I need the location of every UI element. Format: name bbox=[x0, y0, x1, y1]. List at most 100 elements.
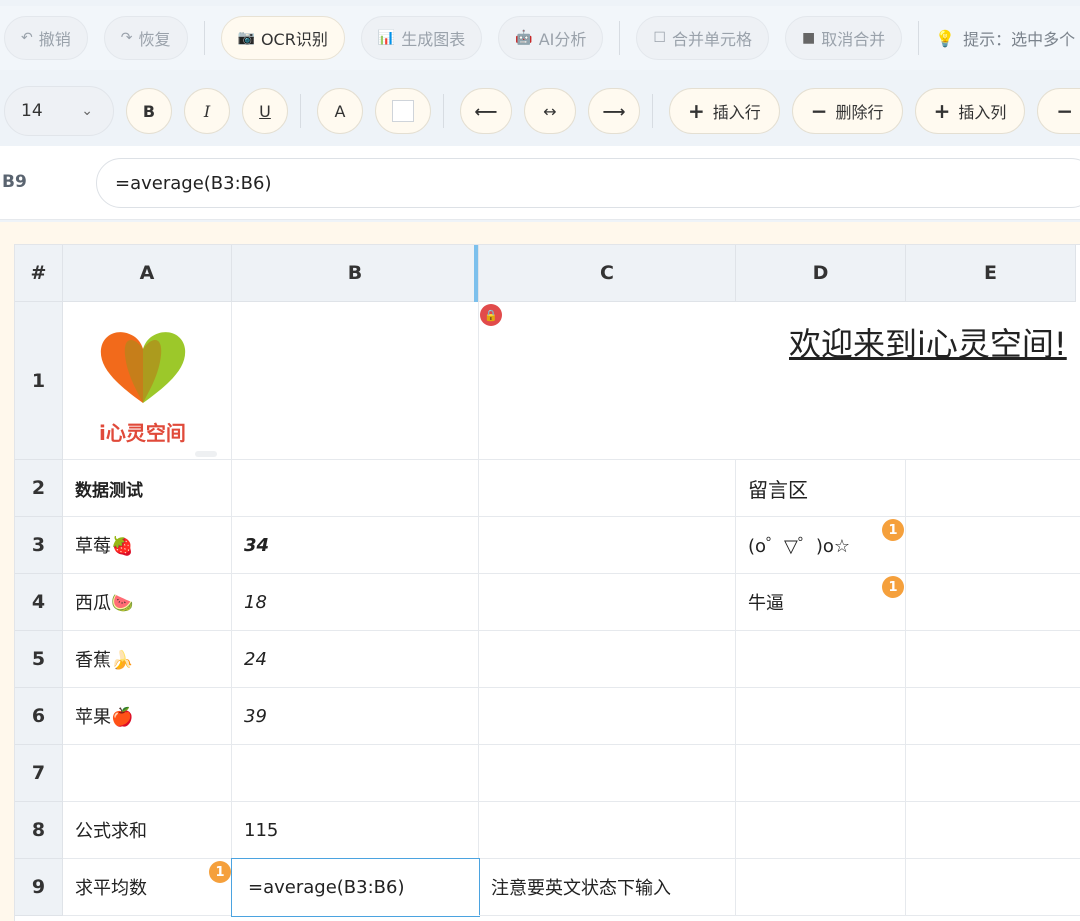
toolbar-format: 14⌄ B I U A ⟵ ↔ ⟶ +插入行 −删除行 +插入列 −删 bbox=[0, 76, 1080, 146]
cell-b8[interactable]: 115 bbox=[232, 802, 479, 859]
cell-b5[interactable]: 24 bbox=[232, 631, 479, 688]
fill-color-button[interactable] bbox=[375, 88, 431, 134]
comment-badge-d4[interactable]: 1 bbox=[882, 576, 904, 598]
column-resize-handle[interactable] bbox=[474, 245, 478, 302]
heart-logo-icon bbox=[100, 332, 186, 403]
ai-analysis-button[interactable]: 🤖 AI分析 bbox=[498, 16, 604, 60]
redo-icon: ↷ bbox=[120, 30, 133, 46]
cell-resize-grip[interactable] bbox=[195, 451, 217, 457]
cell-c8[interactable] bbox=[479, 802, 736, 859]
redo-button[interactable]: ↷ 恢复 bbox=[103, 16, 188, 60]
cell-c5[interactable] bbox=[479, 631, 736, 688]
column-header-c[interactable]: C bbox=[479, 245, 736, 302]
column-header-a[interactable]: A bbox=[63, 245, 232, 302]
cell-b4[interactable]: 18 bbox=[232, 574, 479, 631]
cell-d4[interactable]: 牛逼 bbox=[736, 574, 906, 631]
cell-b6[interactable]: 39 bbox=[232, 688, 479, 745]
cell-c4[interactable] bbox=[479, 574, 736, 631]
lightbulb-icon: 💡 bbox=[935, 28, 956, 48]
cell-b9-selected[interactable]: =average(B3:B6) bbox=[231, 858, 480, 917]
insert-col-button[interactable]: + 插入列 bbox=[914, 88, 1026, 134]
row-header-5[interactable]: 5 bbox=[15, 631, 63, 688]
undo-button[interactable]: ↶ 撤销 bbox=[4, 16, 88, 60]
unmerge-cells-button[interactable]: ■ 取消合并 bbox=[784, 16, 903, 60]
row-header-3[interactable]: 3 bbox=[15, 517, 63, 574]
cell-c9[interactable]: 注意要英文状态下输入 bbox=[479, 859, 736, 916]
cell-e3[interactable] bbox=[906, 517, 1080, 574]
font-color-button[interactable]: A bbox=[317, 88, 363, 134]
minus-icon: − bbox=[810, 99, 828, 123]
font-size-select[interactable]: 14 ⌄ bbox=[4, 86, 114, 136]
merge-cells-button[interactable]: ☐ 合并单元格 bbox=[636, 16, 769, 60]
formula-input[interactable]: =average(B3:B6) bbox=[96, 158, 1080, 208]
cell-e4[interactable] bbox=[906, 574, 1080, 631]
cell-d7[interactable] bbox=[736, 745, 906, 802]
cell-e9[interactable] bbox=[906, 859, 1080, 916]
camera-icon: 📷 bbox=[237, 30, 255, 46]
welcome-text: 欢迎来到i心灵空间! bbox=[789, 325, 1067, 363]
cell-a2[interactable]: 数据测试 bbox=[63, 460, 232, 517]
comment-badge-a9[interactable]: 1 bbox=[209, 861, 231, 883]
align-center-button[interactable]: ↔ bbox=[524, 88, 576, 134]
underline-button[interactable]: U bbox=[242, 88, 288, 134]
cell-a6[interactable]: 苹果🍎 bbox=[63, 688, 232, 745]
fill-color-swatch bbox=[392, 100, 414, 122]
cell-d2[interactable]: 留言区 bbox=[736, 460, 906, 517]
cell-reference: B9 bbox=[2, 172, 27, 192]
align-left-button[interactable]: ⟵ bbox=[460, 88, 512, 134]
checkbox-icon: ☐ bbox=[653, 30, 666, 46]
cell-d9[interactable] bbox=[736, 859, 906, 916]
column-header-b[interactable]: B bbox=[232, 245, 479, 302]
italic-button[interactable]: I bbox=[184, 88, 230, 134]
cell-d5[interactable] bbox=[736, 631, 906, 688]
minus-icon: − bbox=[1056, 99, 1074, 123]
cell-a8[interactable]: 公式求和 bbox=[63, 802, 232, 859]
row-header-4[interactable]: 4 bbox=[15, 574, 63, 631]
row-header-8[interactable]: 8 bbox=[15, 802, 63, 859]
corner-header: # bbox=[15, 245, 63, 302]
cell-a5[interactable]: 香蕉🍌 bbox=[63, 631, 232, 688]
delete-col-button[interactable]: −删 bbox=[1037, 88, 1080, 134]
insert-row-button[interactable]: + 插入行 bbox=[669, 88, 780, 134]
bold-button[interactable]: B bbox=[126, 88, 172, 134]
comment-badge-d3[interactable]: 1 bbox=[882, 519, 904, 541]
cell-b3[interactable]: 34 bbox=[232, 517, 479, 574]
cell-a3[interactable]: 草莓🍓 bbox=[63, 517, 232, 574]
cell-c7[interactable] bbox=[479, 745, 736, 802]
row-header-7[interactable]: 7 bbox=[15, 745, 63, 802]
row-header-6[interactable]: 6 bbox=[15, 688, 63, 745]
align-right-icon: ⟶ bbox=[602, 101, 626, 121]
row-header-2[interactable]: 2 bbox=[15, 460, 63, 517]
cell-d3[interactable]: (o゜▽゜)o☆ bbox=[736, 517, 906, 574]
cell-e7[interactable] bbox=[906, 745, 1080, 802]
hint-text: 💡 提示：选中多个 bbox=[935, 28, 1076, 50]
cell-e5[interactable] bbox=[906, 631, 1080, 688]
delete-row-button[interactable]: − 删除行 bbox=[791, 88, 903, 134]
lock-icon[interactable]: 🔒 bbox=[480, 304, 502, 326]
cell-b7[interactable] bbox=[232, 745, 479, 802]
cell-a7[interactable] bbox=[63, 745, 232, 802]
chevron-down-icon: ⌄ bbox=[81, 103, 93, 119]
cell-b2[interactable] bbox=[232, 460, 479, 517]
cell-d6[interactable] bbox=[736, 688, 906, 745]
align-right-button[interactable]: ⟶ bbox=[588, 88, 640, 134]
row-header-1[interactable]: 1 bbox=[15, 302, 63, 460]
generate-chart-button[interactable]: 📊 生成图表 bbox=[360, 16, 483, 60]
sheet-area: # A B C D E 1 2 3 4 5 6 7 8 9 数据测试 留言区 草… bbox=[0, 222, 1080, 921]
cell-a9[interactable]: 求平均数 bbox=[63, 859, 232, 916]
toolbar-primary: ↶ 撤销 ↷ 恢复 📷 OCR识别 📊 生成图表 🤖 AI分析 ☐ 合并单元格 ■ 取消合并 … bbox=[0, 6, 1080, 70]
cell-a4[interactable]: 西瓜🍉 bbox=[63, 574, 232, 631]
cell-d8[interactable] bbox=[736, 802, 906, 859]
cell-c2[interactable] bbox=[479, 460, 736, 517]
cell-c3[interactable] bbox=[479, 517, 736, 574]
cell-b1[interactable] bbox=[232, 302, 479, 460]
cell-e2[interactable] bbox=[906, 460, 1080, 517]
ocr-button[interactable]: 📷 OCR识别 bbox=[220, 16, 345, 60]
cell-c6[interactable] bbox=[479, 688, 736, 745]
column-header-e[interactable]: E bbox=[906, 245, 1076, 302]
row-header-9[interactable]: 9 bbox=[15, 859, 63, 916]
cell-e8[interactable] bbox=[906, 802, 1080, 859]
toolbar-divider bbox=[300, 94, 301, 128]
column-header-d[interactable]: D bbox=[736, 245, 906, 302]
cell-e6[interactable] bbox=[906, 688, 1080, 745]
